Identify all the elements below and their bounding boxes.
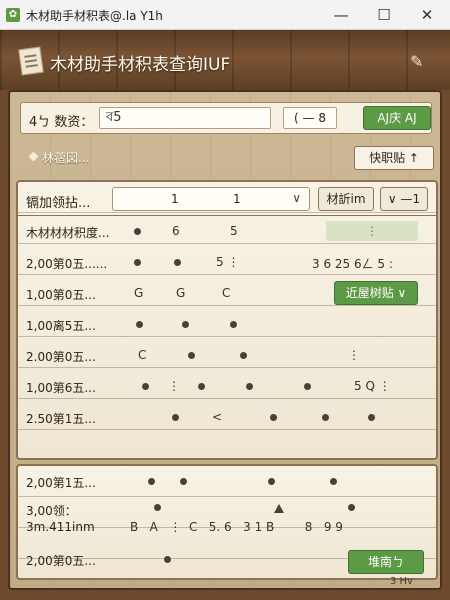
row-label: 2,00第0五... — [26, 554, 96, 568]
row-label: 1,00第6五... — [26, 381, 96, 395]
value-dot — [322, 414, 329, 421]
section-label: 林蓿図... — [42, 151, 90, 165]
quick-paste-button[interactable]: 快职贴 ↑ — [354, 146, 434, 170]
table-cell: 3 6 25 6ㄥ 5 : — [312, 257, 393, 271]
count-bar: 4ㄅ 数资： ব5 ( — 8 AJ庆 AJ — [20, 102, 432, 134]
value-dot — [154, 504, 161, 511]
diamond-icon — [28, 151, 39, 162]
value-dot — [164, 556, 171, 563]
row-label: 3,00领： — [26, 504, 77, 518]
update-button[interactable]: 堆南ㄅ — [348, 550, 424, 574]
triangle-icon — [274, 504, 284, 513]
main-panel: 4ㄅ 数资： ব5 ( — 8 AJ庆 AJ 林蓿図... 快职贴 ↑ 镉加领拈… — [8, 90, 442, 590]
value-dot — [134, 259, 141, 266]
value-dot — [270, 414, 277, 421]
table-row: 木材材材积度... 6 5 ⋮ — [18, 216, 436, 247]
row-label: 木材材材积度... — [26, 226, 110, 240]
title-bar: ✿ 木材助手材积表@.la Y1h — ☐ ✕ — [0, 0, 450, 30]
value-dot — [172, 414, 179, 421]
value-dot — [182, 321, 189, 328]
value-dot — [148, 478, 155, 485]
decrement-button[interactable]: ∨ —1 — [380, 187, 428, 211]
value-dot — [240, 352, 247, 359]
table-row: 2.00第0五... C ⋮ — [18, 340, 436, 371]
value-dot — [368, 414, 375, 421]
app-window: ✿ 木材助手材积表@.la Y1h — ☐ ✕ 木材助手材积表查询IUF ✎ 4… — [0, 0, 450, 600]
chevron-down-icon: ∨ — [292, 191, 301, 205]
select-value-1: 1 — [171, 192, 179, 206]
value-dot — [268, 478, 275, 485]
value-dot — [136, 321, 143, 328]
value-dot — [188, 352, 195, 359]
result-panel: 2,00第1五... 3,00领： 3m.411inm B A ⋮ C 5. 6… — [16, 464, 438, 580]
table-cell: 5 ⋮ — [216, 255, 240, 269]
status-text: 3 Hv — [390, 576, 413, 587]
highlight-cell[interactable]: ⋮ — [326, 221, 418, 241]
unit-button[interactable]: 材訢im — [318, 187, 374, 211]
table-cell: C — [222, 286, 231, 300]
table-cell: G — [176, 286, 186, 300]
document-icon — [18, 46, 44, 76]
value-dot — [198, 383, 205, 390]
row-label: 1,00离5五... — [26, 319, 96, 333]
pin-icon[interactable]: ✎ — [410, 52, 423, 71]
table-cell: 5 Q ⋮ — [354, 379, 391, 393]
table-cell: ⋮ — [168, 379, 180, 393]
value-dot — [142, 383, 149, 390]
step-input[interactable]: ( — 8 — [283, 107, 337, 129]
table-row: 2,00第0五...... 5 ⋮ 3 6 25 6ㄥ 5 : — [18, 247, 436, 278]
row-label: 2,00第0五...... — [26, 257, 108, 271]
row-label: 2,00第1五... — [26, 476, 96, 490]
table-cell: ⋮ — [348, 348, 360, 362]
row-label: 2.00第0五... — [26, 350, 96, 364]
table-header-label: 镉加领拈... — [26, 196, 91, 211]
row-sublabel: 3m.411inm — [26, 520, 95, 534]
close-button[interactable]: ✕ — [406, 0, 448, 30]
result-values: B A ⋮ C 5. 6 3 1 B 8 9 9 — [130, 520, 343, 534]
result-row: 2,00第1五... — [18, 466, 436, 496]
table-header: 镉加领拈... 1 1 ∨ 材訢im ∨ —1 — [18, 182, 436, 216]
minimize-button[interactable]: — — [320, 0, 362, 30]
value-dot — [348, 504, 355, 511]
value-dot — [230, 321, 237, 328]
section-header: 林蓿図... 快职贴 ↑ — [28, 146, 434, 170]
table-cell: C — [138, 348, 147, 362]
nearby-paste-button[interactable]: 近屋树贴 ∨ — [334, 281, 418, 305]
app-title: 木材助手材积表查询IUF — [50, 55, 231, 75]
value-dot — [180, 478, 187, 485]
table-row: 1,00第6五... ⋮ 5 Q ⋮ — [18, 371, 436, 402]
value-dot — [134, 228, 141, 235]
table-row: 2.50第1五... < — [18, 402, 436, 433]
app-icon: ✿ — [6, 8, 20, 22]
table-cell: 6 — [172, 224, 180, 238]
maximize-button[interactable]: ☐ — [363, 0, 405, 30]
value-dot — [174, 259, 181, 266]
value-dot — [304, 383, 311, 390]
result-row: 2,00第0五... 堆南ㄅ — [18, 544, 436, 574]
count-input[interactable]: ব5 — [99, 107, 271, 129]
table-row: 1,00离5五... — [18, 309, 436, 340]
table-cell: 5 — [230, 224, 238, 238]
value-dot — [330, 478, 337, 485]
result-row: 3,00领： 3m.411inm B A ⋮ C 5. 6 3 1 B 8 9 … — [18, 496, 436, 542]
value-dot — [246, 383, 253, 390]
row-label: 2.50第1五... — [26, 412, 96, 426]
length-select[interactable]: 1 1 ∨ — [112, 187, 310, 211]
table-row: 1,00第0五... G G C 近屋树贴 ∨ — [18, 278, 436, 309]
table-cell: < — [212, 410, 223, 424]
table-cell: G — [134, 286, 144, 300]
select-value-2: 1 — [233, 192, 241, 206]
window-title: 木材助手材积表@.la Y1h — [26, 9, 163, 23]
count-label: 4ㄅ 数资： — [29, 115, 94, 130]
calculate-button[interactable]: AJ庆 AJ — [363, 106, 431, 130]
volume-table: 镉加领拈... 1 1 ∨ 材訢im ∨ —1 木材材材积度... 6 5 ⋮ … — [16, 180, 438, 460]
app-header: 木材助手材积表查询IUF ✎ — [0, 30, 450, 90]
row-label: 1,00第0五... — [26, 288, 96, 302]
